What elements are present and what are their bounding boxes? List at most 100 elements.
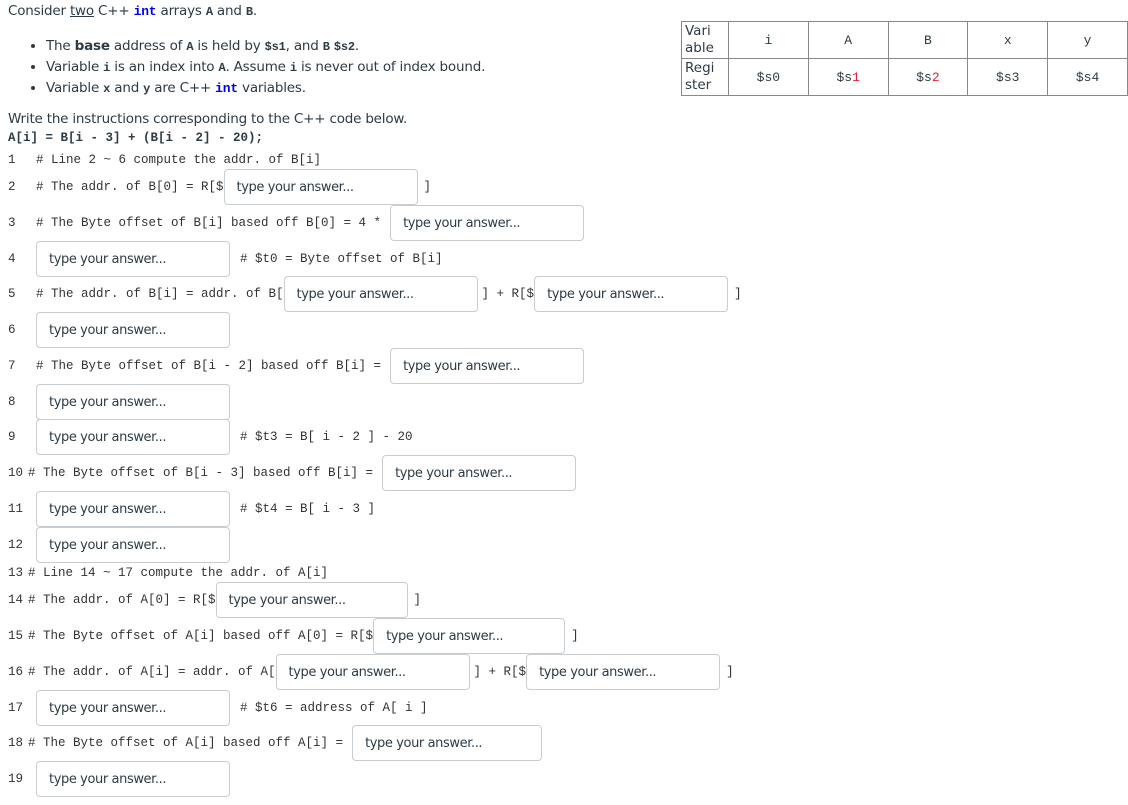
line-comment: # $t3 = B[ i - 2 ] - 20 <box>240 430 413 444</box>
code-line-3: 3 # The Byte offset of B[i] based off B[0… <box>8 205 585 241</box>
intro-text: Consider two C++ int arrays A and B. <box>8 3 257 19</box>
line-suffix: ] <box>571 629 579 643</box>
bold-text: base <box>74 38 110 54</box>
var-cell: B <box>887 21 969 59</box>
line-comment: # $t6 = address of A[ i ] <box>240 701 428 715</box>
intro-array-a: A <box>205 5 213 19</box>
line-number: 6 <box>8 323 16 337</box>
line-number: 1 <box>8 153 16 167</box>
text: address of <box>109 38 187 54</box>
reg-num: 0 <box>772 69 781 85</box>
line-mid: ] + R[$ <box>481 287 535 301</box>
code-line-11: 11 # $t4 = B[ i - 3 ] <box>8 491 375 527</box>
text: is an index into <box>110 59 219 75</box>
variable-header: Vari able <box>681 21 729 59</box>
text: . Assume <box>225 59 290 75</box>
answer-input-line11[interactable] <box>36 491 230 527</box>
cpp-code: A[i] = B[i - 3] + (B[i - 2] - 20); <box>8 131 264 145</box>
code-line-1: 1 # Line 2 ~ 6 compute the addr. of B[i] <box>8 151 321 169</box>
text: are C++ <box>150 80 216 96</box>
intro-keyword: int <box>133 4 157 19</box>
answer-input-line5a[interactable] <box>283 276 478 312</box>
line-comment: # Line 2 ~ 6 compute the addr. of B[i] <box>36 153 322 167</box>
answer-input-line18[interactable] <box>352 725 543 761</box>
line-number: 17 <box>8 701 24 715</box>
answer-input-line19[interactable] <box>36 761 230 797</box>
register-table: Vari able i A B x y Regi ster $s0 $s1 $s2 … <box>681 21 1128 96</box>
variable-row: Vari able i A B x y <box>681 21 1128 59</box>
line-comment: # Line 14 ~ 17 compute the addr. of A[i] <box>28 566 329 580</box>
line-number: 12 <box>8 538 24 552</box>
answer-input-line6[interactable] <box>36 312 230 348</box>
line-number: 18 <box>8 736 24 750</box>
reg-cell: $s1 <box>807 58 889 96</box>
code-line-2: 2 # The addr. of B[0] = R[$] <box>8 169 431 205</box>
line-suffix: ] <box>734 287 742 301</box>
code-line-19: 19 <box>8 761 230 797</box>
reg-num: 3 <box>1011 69 1020 85</box>
code-line-18: 18 # The Byte offset of A[i] based off A[… <box>8 725 543 761</box>
answer-input-line12[interactable] <box>36 527 230 563</box>
reg-cell: $s3 <box>967 58 1049 96</box>
var-cell: y <box>1047 21 1128 59</box>
code-line-14: 14 # The addr. of A[0] = R[$] <box>8 582 421 618</box>
code-line-6: 6 <box>8 312 230 348</box>
code-line-10: 10 # The Byte offset of B[i - 3] based of… <box>8 455 577 491</box>
text: . <box>354 38 359 54</box>
line-comment: # The addr. of B[0] = R[$ <box>36 180 224 194</box>
answer-input-line16a[interactable] <box>275 654 470 690</box>
line-number: 16 <box>8 665 24 679</box>
line-comment: # The addr. of A[0] = R[$ <box>28 593 216 607</box>
line-suffix: ] <box>726 665 734 679</box>
text: , and <box>285 38 323 54</box>
answer-input-line5b[interactable] <box>534 276 729 312</box>
reg-prefix: $s <box>996 69 1012 85</box>
line-comment: # The Byte offset of B[i - 2] based off … <box>36 359 382 373</box>
code: B <box>322 40 330 54</box>
answer-input-line3[interactable] <box>390 205 585 241</box>
var-cell: x <box>967 21 1049 59</box>
line-comment: # The Byte offset of B[i] based off B[0]… <box>36 216 382 230</box>
intro-end: . <box>252 3 257 19</box>
reg-num-highlight: 2 <box>931 69 940 85</box>
bullet-base-address: The base address of A is held by $s1, an… <box>46 36 485 57</box>
reg-prefix: $s <box>756 69 773 85</box>
line-suffix: ] <box>413 593 422 607</box>
instructions-text: Write the instructions corresponding to … <box>8 111 408 127</box>
intro-prefix: Consider <box>8 3 70 19</box>
answer-input-line2[interactable] <box>223 169 418 205</box>
text: and <box>110 80 144 96</box>
line-comment: # The addr. of A[i] = addr. of A[ <box>28 665 276 679</box>
intro-mid2: arrays <box>156 3 206 19</box>
line-number: 9 <box>8 430 16 444</box>
code-line-16: 16 # The addr. of A[i] = addr. of A[] + R… <box>8 654 734 690</box>
answer-input-line14[interactable] <box>215 582 408 618</box>
code-line-17: 17 # $t6 = address of A[ i ] <box>8 690 428 726</box>
reg-num: 4 <box>1091 69 1100 85</box>
line-number: 15 <box>8 629 24 643</box>
line-number: 13 <box>8 566 24 580</box>
line-number: 5 <box>8 287 16 301</box>
answer-input-line7[interactable] <box>390 348 585 384</box>
text: is held by <box>193 38 265 54</box>
answer-input-line10[interactable] <box>382 455 577 491</box>
assumption-list: The base address of A is held by $s1, an… <box>28 36 485 99</box>
reg-num-highlight: 1 <box>852 69 860 85</box>
line-comment: # The Byte offset of A[i] based off A[0]… <box>28 629 374 643</box>
answer-input-line17[interactable] <box>36 690 230 726</box>
text: Variable <box>46 80 104 96</box>
answer-input-line4[interactable] <box>36 241 230 277</box>
line-comment: # $t0 = Byte offset of B[i] <box>240 252 443 266</box>
answer-input-line8[interactable] <box>36 384 230 420</box>
answer-input-line16b[interactable] <box>526 654 721 690</box>
reg-prefix: $s <box>836 69 853 85</box>
answer-input-line15[interactable] <box>373 618 566 654</box>
line-comment: # The Byte offset of B[i - 3] based off … <box>28 466 374 480</box>
text: Variable <box>46 59 104 75</box>
code-line-9: 9 # $t3 = B[ i - 2 ] - 20 <box>8 419 413 455</box>
code-line-5: 5 # The addr. of B[i] = addr. of B[] + R[… <box>8 276 742 312</box>
answer-input-line9[interactable] <box>36 419 230 455</box>
text: variables. <box>237 80 306 96</box>
line-number: 19 <box>8 772 24 786</box>
line-number: 2 <box>8 180 16 194</box>
